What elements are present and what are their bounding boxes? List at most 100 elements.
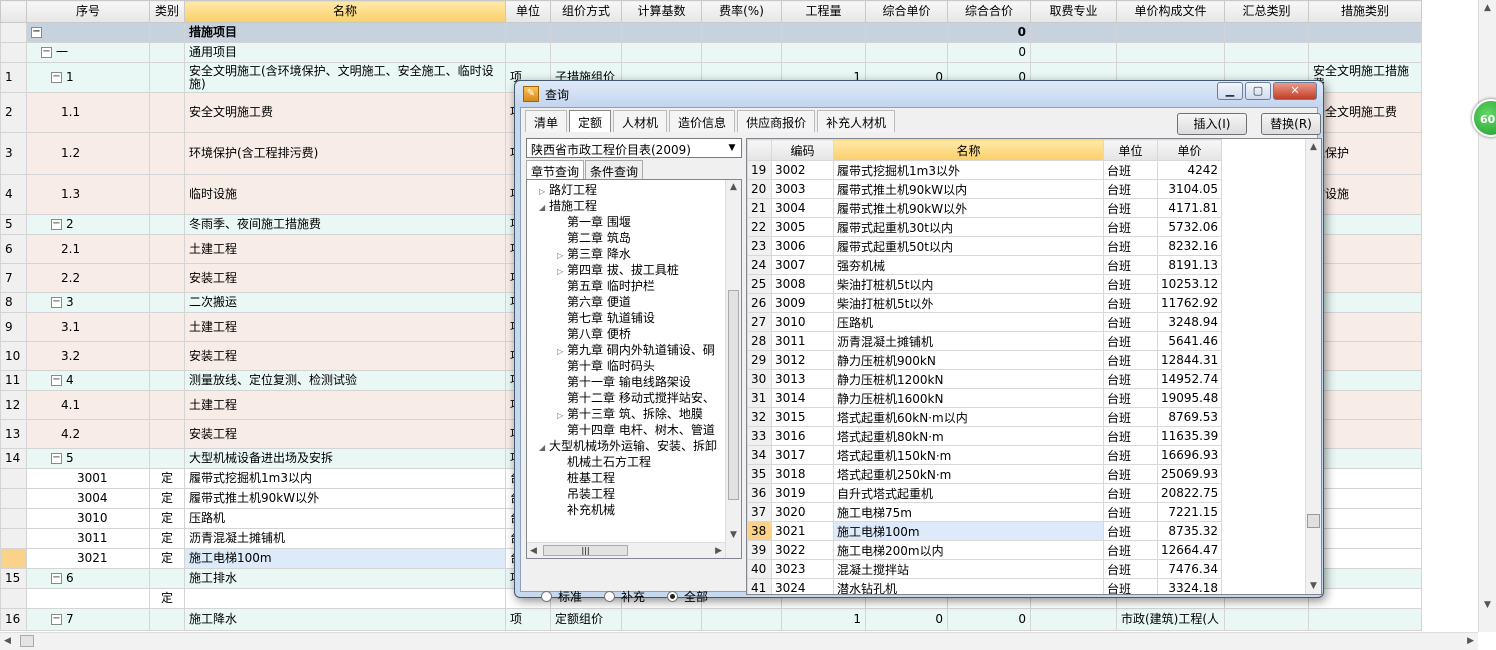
tree-node[interactable]: 补充机械 [557,502,615,518]
cell-name[interactable]: 施工排水 [184,568,506,589]
cell-type[interactable] [149,22,185,43]
list-row[interactable]: 25 3008 柴油打桩机5t以内 台班 10253.12 [747,274,1222,294]
main-vertical-scrollbar[interactable]: ▲ ▼ [1478,0,1496,632]
tree-node[interactable]: ▷ 第九章 硐内外轨道铺设、硐 [557,342,715,358]
cell-unit[interactable]: 台班 [1103,464,1158,484]
cell-type[interactable]: 定 [149,488,185,509]
cell-name[interactable]: 二次搬运 [184,292,506,313]
cell-price[interactable]: 3104.05 [1157,179,1222,199]
row-number[interactable]: 4 [0,174,27,215]
cell-unit[interactable]: 台班 [1103,483,1158,503]
cell-cat[interactable] [1308,341,1422,371]
radio-supplement[interactable]: 补充 [604,588,645,605]
row-number[interactable]: 9 [0,312,27,342]
column-header[interactable]: 汇总类别 [1224,0,1309,23]
column-header[interactable]: 工程量 [781,0,866,23]
column-header[interactable]: 编码 [771,139,834,161]
library-select[interactable]: 陕西省市政工程价目表(2009) ▼ [526,138,742,158]
cell-rn[interactable]: 28 [747,331,772,351]
cell-rn[interactable]: 22 [747,217,772,237]
cell-price[interactable]: 12664.47 [1157,540,1222,560]
collapse-icon[interactable]: − [51,453,62,464]
cell-code[interactable]: 3008 [771,274,834,294]
cell-name[interactable]: 沥青混凝土摊铺机 [184,528,506,549]
cell-rn[interactable]: 20 [747,179,772,199]
column-header[interactable]: 措施类别 [1308,0,1422,23]
row-number[interactable]: 3 [0,132,27,175]
tab-supplement[interactable]: 补充人材机 [817,110,896,132]
cell-cat[interactable] [1308,214,1422,235]
cell-seq[interactable]: 2.1 [26,234,150,264]
cell-type[interactable] [149,419,185,449]
cell-code[interactable]: 3006 [771,236,834,256]
row-number[interactable] [0,468,27,489]
cell-base[interactable] [621,22,702,43]
row-number[interactable]: 12 [0,390,27,420]
cell-price[interactable]: 7476.34 [1157,559,1222,579]
column-header[interactable]: 取费专业 [1030,0,1117,23]
cell-file[interactable] [1116,22,1225,43]
list-row[interactable]: 29 3012 静力压桩机900kN 台班 12844.31 [747,350,1222,370]
cell-code[interactable]: 3017 [771,445,834,465]
column-header[interactable]: 费率(%) [701,0,782,23]
minimize-button[interactable]: ▁ [1217,82,1243,100]
list-row[interactable]: 34 3017 塔式起重机150kN·m 台班 16696.93 [747,445,1222,465]
cell-seq[interactable]: 1.3 [26,174,150,215]
list-row[interactable]: 39 3022 施工电梯200m以内 台班 12664.47 [747,540,1222,560]
cell-type[interactable] [149,42,185,63]
cell-name[interactable]: 大型机械设备进出场及安拆 [184,448,506,469]
cell-rn[interactable]: 23 [747,236,772,256]
column-header[interactable]: 序号 [26,0,150,23]
tab-supplier[interactable]: 供应商报价 [737,110,816,132]
cell-type[interactable] [149,263,185,293]
cell-price[interactable]: 4242 [1157,160,1222,180]
cell-price[interactable]: 14952.74 [1157,369,1222,389]
cell-price[interactable]: 11762.92 [1157,293,1222,313]
tree-node[interactable]: 机械土石方工程 [557,454,651,470]
cell-unit[interactable] [505,42,551,63]
cell-price[interactable]: 19095.48 [1157,388,1222,408]
cell-seq[interactable]: 4.2 [26,419,150,449]
cell-seq[interactable]: − [26,22,150,43]
cell-seq[interactable]: −1 [26,62,150,93]
cell-unit[interactable]: 台班 [1103,331,1158,351]
cell-prof[interactable] [1030,608,1117,631]
cell-code[interactable]: 3013 [771,369,834,389]
cell-qty[interactable] [781,42,866,63]
radio-standard[interactable]: 标准 [541,588,582,605]
column-header[interactable] [747,139,772,161]
cell-code[interactable]: 3021 [771,521,834,541]
cell-price[interactable]: 12844.31 [1157,350,1222,370]
cell-type[interactable] [149,292,185,313]
cell-cat[interactable] [1308,419,1422,449]
cell-nm[interactable]: 履带式挖掘机1m3以外 [833,160,1104,180]
list-row[interactable]: 35 3018 塔式起重机250kN·m 台班 25069.93 [747,464,1222,484]
cell-unit[interactable]: 台班 [1103,426,1158,446]
cell-unit[interactable]: 台班 [1103,312,1158,332]
collapse-icon[interactable]: − [51,219,62,230]
cell-price[interactable]: 5641.46 [1157,331,1222,351]
cell-cat[interactable] [1308,390,1422,420]
cell-price[interactable]: 8769.53 [1157,407,1222,427]
cell-seq[interactable]: −2 [26,214,150,235]
cell-qty[interactable] [781,22,866,43]
radio-dot-icon[interactable] [541,591,552,602]
list-row[interactable]: 36 3019 自升式塔式起重机 台班 20822.75 [747,483,1222,503]
scroll-left-icon[interactable]: ◀ [530,546,537,556]
cell-price[interactable]: 3324.18 [1157,578,1222,594]
cell-name[interactable]: 压路机 [184,508,506,529]
cell-rate[interactable] [701,608,782,631]
cell-cat[interactable]: 时设施 [1308,174,1422,215]
table-row[interactable]: − 措施项目 0 [0,22,1422,43]
column-header[interactable]: 单位 [505,0,551,23]
cell-unit[interactable]: 台班 [1103,559,1158,579]
tab-chapter-query[interactable]: 章节查询 [526,160,585,179]
cell-name[interactable]: 安全文明施工费 [184,92,506,133]
cell-total[interactable]: 0 [947,22,1031,43]
cell-type[interactable] [149,608,185,631]
cell-unit[interactable]: 台班 [1103,521,1158,541]
cell-seq[interactable]: 2.2 [26,263,150,293]
cell-type[interactable]: 定 [149,508,185,529]
cell-nm[interactable]: 履带式起重机30t以内 [833,217,1104,237]
cell-seq[interactable]: 3001 [26,468,150,489]
